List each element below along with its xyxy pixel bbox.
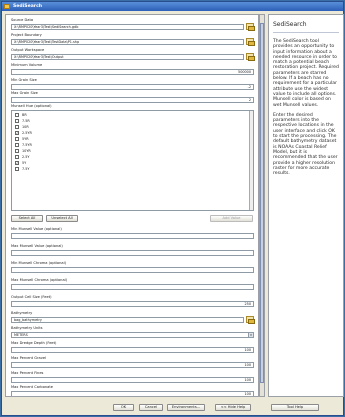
- hue-item[interactable]: 7.5Y: [15, 167, 29, 172]
- hue-item[interactable]: BR: [15, 113, 27, 118]
- max-dredge-depth-label: Max Dredge Depth (Feet): [11, 341, 57, 345]
- hue-item[interactable]: 7.5R: [15, 119, 30, 124]
- unselect-all-button[interactable]: Unselect All: [46, 215, 78, 222]
- min-munsell-chroma-field[interactable]: [11, 267, 254, 273]
- max-grain-size-field[interactable]: 2: [11, 97, 254, 103]
- max-grain-size-label: Max Grain Size: [11, 91, 38, 95]
- tool-dialog-window: SediSearch Source Data X:\RMP020\Year3\T…: [1, 1, 344, 416]
- source-data-browse-folder-icon[interactable]: [246, 23, 255, 31]
- select-all-button[interactable]: Select All: [11, 215, 43, 222]
- output-cell-size-label: Output Cell Size (Feet): [11, 295, 52, 299]
- source-data-label: Source Data: [11, 18, 34, 22]
- hide-help-button[interactable]: << Hide Help: [215, 404, 251, 411]
- hue-list-scrollbar[interactable]: [249, 111, 253, 210]
- checkbox[interactable]: [15, 155, 19, 159]
- max-percent-gravel-label: Max Percent Gravel: [11, 356, 47, 360]
- output-workspace-browse-folder-icon[interactable]: [246, 53, 255, 61]
- munsell-hue-list[interactable]: BR 7.5R 10R ✓ 2.5YR 5YR 7.5YR 10YR 2.5Y ✓…: [11, 110, 254, 211]
- max-percent-carbonate-label: Max Percent Carbonate: [11, 385, 54, 389]
- source-data-field[interactable]: X:\RMP020\Year3\Test\SediSearch.gdb: [11, 24, 244, 30]
- bathymetry-units-value: METERS: [14, 333, 28, 337]
- ok-button[interactable]: OK: [113, 404, 134, 411]
- bathymetry-units-select[interactable]: METERS ▾: [11, 332, 254, 338]
- max-munsell-chroma-field[interactable]: [11, 284, 254, 290]
- hue-item[interactable]: ✓ 5Y: [15, 161, 26, 166]
- title-bar[interactable]: SediSearch: [2, 2, 343, 11]
- minimum-volume-field[interactable]: 500000: [11, 69, 254, 75]
- min-grain-size-label: Min Grain Size: [11, 78, 37, 82]
- output-workspace-label: Output Workspace: [11, 48, 45, 52]
- max-percent-gravel-field[interactable]: 100: [11, 362, 254, 368]
- min-munsell-value-field[interactable]: [11, 233, 254, 239]
- max-munsell-value-field[interactable]: [11, 250, 254, 256]
- max-dredge-depth-field[interactable]: 100: [11, 347, 254, 353]
- min-munsell-chroma-label: Min Munsell Chroma (optional): [11, 261, 66, 265]
- min-munsell-value-label: Min Munsell Value (optional): [11, 227, 62, 231]
- hue-item[interactable]: 5YR: [15, 137, 29, 142]
- tool-help-button[interactable]: Tool Help: [271, 404, 319, 411]
- scrollbar-thumb[interactable]: [260, 23, 264, 383]
- checkbox-checked[interactable]: ✓: [15, 161, 19, 165]
- munsell-hue-label: Munsell Hue (optional): [11, 104, 52, 108]
- help-title: SediSearch: [273, 18, 339, 33]
- hue-item[interactable]: 10R: [15, 125, 29, 130]
- help-panel: SediSearch The SediSearch tool provides …: [268, 14, 344, 397]
- project-boundary-label: Project Boundary: [11, 33, 42, 37]
- parameters-scrollbar[interactable]: [259, 14, 265, 397]
- hue-item[interactable]: 10YR: [15, 149, 31, 154]
- output-cell-size-field[interactable]: 250: [11, 301, 254, 307]
- environments-button[interactable]: Environments...: [167, 404, 205, 411]
- checkbox[interactable]: [15, 143, 19, 147]
- checkbox[interactable]: [15, 167, 19, 171]
- max-percent-carbonate-field[interactable]: 100: [11, 391, 254, 396]
- max-percent-fines-field[interactable]: 100: [11, 377, 254, 383]
- checkbox[interactable]: [15, 137, 19, 141]
- parameters-panel: Source Data X:\RMP020\Year3\Test\SediSea…: [5, 14, 259, 397]
- project-boundary-field[interactable]: X:\RMP020\Year3\Test\TestData\P1.shp: [11, 39, 244, 45]
- checkbox[interactable]: [15, 119, 19, 123]
- help-paragraph: The SediSearch tool provides an opportun…: [273, 39, 339, 108]
- help-paragraph: Enter the desired parameters into the re…: [273, 112, 338, 177]
- checkbox[interactable]: [15, 125, 19, 129]
- minimum-volume-label: Minimum Volume: [11, 63, 43, 67]
- max-munsell-chroma-label: Max Munsell Chroma (optional): [11, 278, 68, 282]
- max-munsell-value-label: Max Munsell Value (optional): [11, 244, 63, 248]
- chevron-down-icon[interactable]: ▾: [248, 333, 253, 337]
- bathymetry-label: Bathymetry: [11, 311, 33, 315]
- bathymetry-units-label: Bathymetry Units: [11, 326, 43, 330]
- checkbox[interactable]: [15, 113, 19, 117]
- hue-item[interactable]: 7.5YR: [15, 143, 32, 148]
- output-workspace-field[interactable]: X:\RMP020\Year3\Test\Output: [11, 54, 244, 60]
- checkbox[interactable]: [15, 149, 19, 153]
- window-title: SediSearch: [13, 4, 43, 9]
- add-value-button[interactable]: Add Value: [210, 215, 253, 222]
- hue-item[interactable]: 2.5Y: [15, 155, 29, 160]
- bathymetry-browse-folder-icon[interactable]: [246, 316, 255, 324]
- cancel-button[interactable]: Cancel: [139, 404, 163, 411]
- tool-icon: [4, 4, 10, 9]
- dialog-button-bar: OK Cancel Environments... << Hide Help T…: [2, 400, 343, 415]
- max-percent-fines-label: Max Percent Fines: [11, 371, 44, 375]
- project-boundary-browse-folder-icon[interactable]: [246, 38, 255, 46]
- bathymetry-field[interactable]: bag_bathymetry: [11, 317, 244, 323]
- min-grain-size-field[interactable]: -2: [11, 84, 254, 90]
- hue-item[interactable]: ✓ 2.5YR: [15, 131, 32, 136]
- checkbox-checked[interactable]: ✓: [15, 131, 19, 135]
